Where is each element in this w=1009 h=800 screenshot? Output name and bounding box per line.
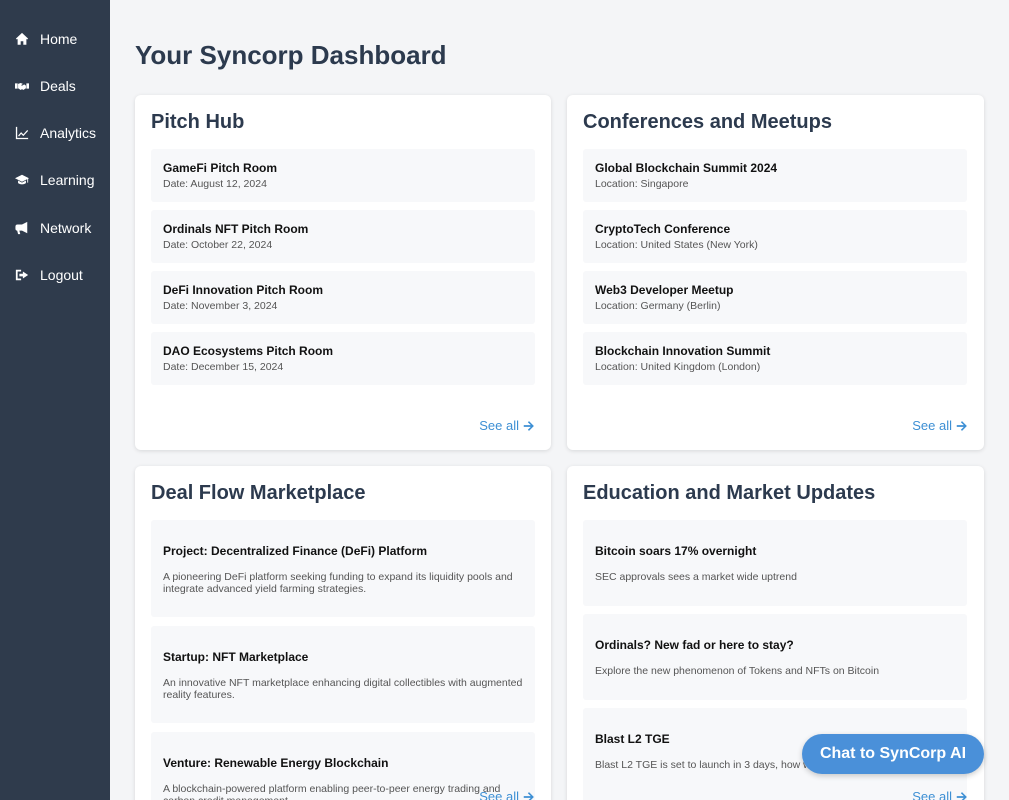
item-description: An innovative NFT marketplace enhancing …: [163, 677, 523, 701]
see-all-link[interactable]: See all: [912, 789, 968, 800]
item-location: Location: United States (New York): [595, 239, 758, 251]
arrow-right-icon: [523, 420, 534, 431]
sidebar-item-home[interactable]: Home: [0, 24, 110, 54]
sidebar: Home Deals Analytics Learning Network Lo…: [0, 0, 110, 800]
item-location: Location: Singapore: [595, 178, 689, 190]
sidebar-item-analytics[interactable]: Analytics: [0, 118, 110, 148]
sidebar-item-label: Analytics: [40, 125, 97, 141]
item-title: Ordinals NFT Pitch Room: [163, 222, 309, 236]
item-date: Date: December 15, 2024: [163, 361, 284, 373]
item-title: Startup: NFT Marketplace: [163, 650, 309, 664]
pitch-hub-card: Pitch Hub GameFi Pitch Room Date: August…: [135, 95, 551, 450]
list-item[interactable]: Web3 Developer Meetup Location: Germany …: [583, 271, 967, 324]
arrow-right-icon: [523, 791, 534, 800]
card-title: Deal Flow Marketplace: [151, 482, 366, 504]
list-item[interactable]: DeFi Innovation Pitch Room Date: Novembe…: [151, 271, 535, 324]
card-title: Pitch Hub: [151, 111, 245, 133]
list-item[interactable]: Venture: Renewable Energy Blockchain A b…: [151, 732, 535, 800]
item-title: Project: Decentralized Finance (DeFi) Pl…: [163, 544, 428, 558]
item-location: Location: Germany (Berlin): [595, 300, 721, 312]
see-all-label: See all: [479, 418, 519, 433]
item-date: Date: August 12, 2024: [163, 178, 267, 190]
megaphone-icon: [15, 221, 29, 235]
sidebar-item-network[interactable]: Network: [0, 213, 110, 243]
item-title: Web3 Developer Meetup: [595, 283, 734, 297]
item-date: Date: October 22, 2024: [163, 239, 273, 251]
card-title: Conferences and Meetups: [583, 111, 832, 133]
item-title: DAO Ecosystems Pitch Room: [163, 344, 334, 358]
see-all-link[interactable]: See all: [479, 418, 535, 433]
list-item[interactable]: Project: Decentralized Finance (DeFi) Pl…: [151, 520, 535, 617]
item-title: CryptoTech Conference: [595, 222, 731, 236]
sidebar-item-logout[interactable]: Logout: [0, 260, 110, 290]
conferences-card: Conferences and Meetups Global Blockchai…: [567, 95, 984, 450]
sidebar-item-label: Learning: [40, 172, 95, 188]
list-item[interactable]: Blockchain Innovation Summit Location: U…: [583, 332, 967, 385]
item-title: GameFi Pitch Room: [163, 161, 278, 175]
see-all-label: See all: [912, 418, 952, 433]
sidebar-item-label: Deals: [40, 78, 76, 94]
chart-line-icon: [15, 126, 29, 140]
see-all-label: See all: [912, 789, 952, 800]
list-item[interactable]: Ordinals NFT Pitch Room Date: October 22…: [151, 210, 535, 263]
main-content: Your Syncorp Dashboard Pitch Hub GameFi …: [110, 0, 1009, 800]
item-title: DeFi Innovation Pitch Room: [163, 283, 324, 297]
list-item[interactable]: GameFi Pitch Room Date: August 12, 2024: [151, 149, 535, 202]
see-all-label: See all: [479, 789, 519, 800]
item-description: Explore the new phenomenon of Tokens and…: [595, 665, 880, 677]
sidebar-item-label: Logout: [40, 267, 83, 283]
chat-ai-button[interactable]: Chat to SynCorp AI: [802, 734, 984, 774]
list-item[interactable]: Global Blockchain Summit 2024 Location: …: [583, 149, 967, 202]
see-all-link[interactable]: See all: [912, 418, 968, 433]
sidebar-item-label: Home: [40, 31, 78, 47]
item-description: A blockchain-powered platform enabling p…: [163, 783, 501, 800]
item-title: Ordinals? New fad or here to stay?: [595, 638, 794, 652]
item-title: Blast L2 TGE: [595, 732, 670, 746]
item-location: Location: United Kingdom (London): [595, 361, 761, 373]
item-title: Bitcoin soars 17% overnight: [595, 544, 757, 558]
list-item[interactable]: Bitcoin soars 17% overnight SEC approval…: [583, 520, 967, 606]
home-icon: [15, 32, 29, 46]
sidebar-item-label: Network: [40, 220, 92, 236]
card-title: Education and Market Updates: [583, 482, 876, 504]
item-title: Blockchain Innovation Summit: [595, 344, 771, 358]
see-all-link[interactable]: See all: [479, 789, 535, 800]
sidebar-item-learning[interactable]: Learning: [0, 165, 110, 195]
arrow-right-icon: [956, 420, 967, 431]
list-item[interactable]: Ordinals? New fad or here to stay? Explo…: [583, 614, 967, 700]
list-item[interactable]: CryptoTech Conference Location: United S…: [583, 210, 967, 263]
deal-flow-card: Deal Flow Marketplace Project: Decentral…: [135, 466, 551, 800]
item-title: Venture: Renewable Energy Blockchain: [163, 756, 389, 770]
item-description: A pioneering DeFi platform seeking fundi…: [163, 571, 513, 595]
handshake-icon: [15, 79, 29, 93]
arrow-right-icon: [956, 791, 967, 800]
item-date: Date: November 3, 2024: [163, 300, 278, 312]
list-item[interactable]: Startup: NFT Marketplace An innovative N…: [151, 626, 535, 723]
page-title: Your Syncorp Dashboard: [135, 40, 447, 70]
sidebar-item-deals[interactable]: Deals: [0, 71, 110, 101]
list-item[interactable]: DAO Ecosystems Pitch Room Date: December…: [151, 332, 535, 385]
item-title: Global Blockchain Summit 2024: [595, 161, 778, 175]
item-description: SEC approvals sees a market wide uptrend: [595, 571, 797, 583]
graduation-cap-icon: [15, 173, 29, 187]
sign-out-icon: [15, 268, 29, 282]
